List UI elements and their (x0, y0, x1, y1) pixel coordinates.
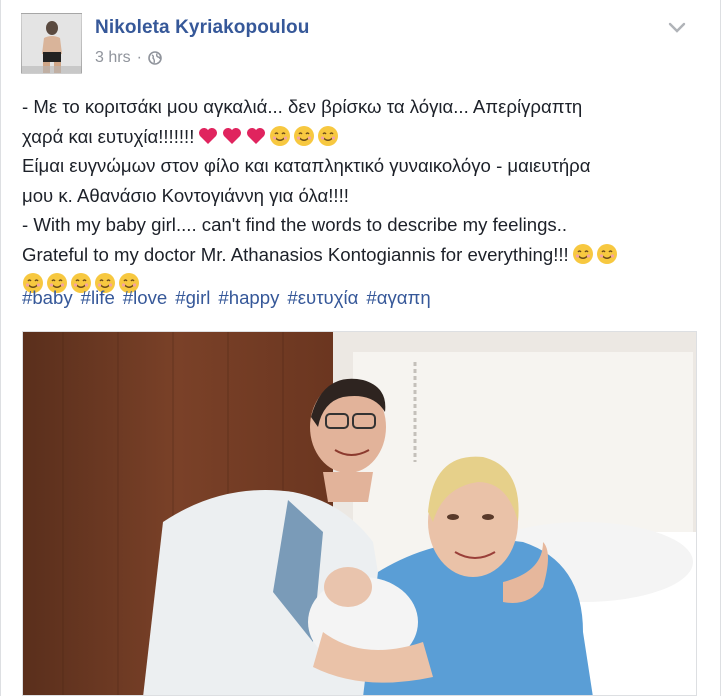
post-text-line: χαρά και ευτυχία!!!!!!! (22, 122, 702, 152)
emoji-group (197, 125, 341, 147)
post-header: Nikoleta Kyriakopoulou 3 hrs · (21, 13, 701, 74)
hashtag-link[interactable]: #happy (218, 287, 279, 309)
hashtag-link[interactable]: #baby (22, 287, 73, 309)
smiling-face-emoji-icon (293, 125, 315, 147)
hashtag-list: #baby #life #love #girl #happy #ευτυχία … (22, 287, 431, 309)
emoji-group (572, 243, 620, 265)
author-avatar[interactable] (21, 13, 82, 74)
post-text-line: Grateful to my doctor Mr. Athanasios Kon… (22, 240, 702, 270)
smiling-face-emoji-icon (317, 125, 339, 147)
post-text-line: Είμαι ευγνώμων στον φίλο και καταπληκτικ… (22, 155, 591, 176)
post-text-line: - Με το κοριτσάκι μου αγκαλιά... δεν βρί… (22, 96, 583, 117)
post-text: - Με το κοριτσάκι μου αγκαλιά... δεν βρί… (22, 92, 702, 299)
post-text-line: - With my baby girl.... can't find the w… (22, 214, 568, 235)
post-timestamp[interactable]: 3 hrs (95, 49, 131, 67)
meta-separator: · (136, 49, 142, 66)
red-heart-emoji-icon (245, 125, 267, 147)
hashtag-link[interactable]: #love (123, 287, 167, 309)
red-heart-emoji-icon (197, 125, 219, 147)
hashtag-link[interactable]: #life (81, 287, 115, 309)
hashtag-link[interactable]: #αγαπη (366, 287, 430, 309)
post-meta: 3 hrs · (95, 49, 162, 67)
post-card: Nikoleta Kyriakopoulou 3 hrs · - Με το κ… (0, 0, 721, 696)
smiling-face-emoji-icon (269, 125, 291, 147)
smiling-face-emoji-icon (572, 243, 594, 265)
author-name-link[interactable]: Nikoleta Kyriakopoulou (95, 17, 309, 39)
smiling-face-emoji-icon (596, 243, 618, 265)
post-photo[interactable] (22, 331, 697, 696)
globe-icon[interactable] (148, 51, 162, 65)
hashtag-link[interactable]: #girl (175, 287, 210, 309)
post-text-line: μου κ. Αθανάσιο Κοντογιάννη για όλα!!!! (22, 184, 349, 206)
hashtag-link[interactable]: #ευτυχία (287, 287, 358, 309)
red-heart-emoji-icon (221, 125, 243, 147)
chevron-down-icon[interactable] (667, 19, 687, 35)
